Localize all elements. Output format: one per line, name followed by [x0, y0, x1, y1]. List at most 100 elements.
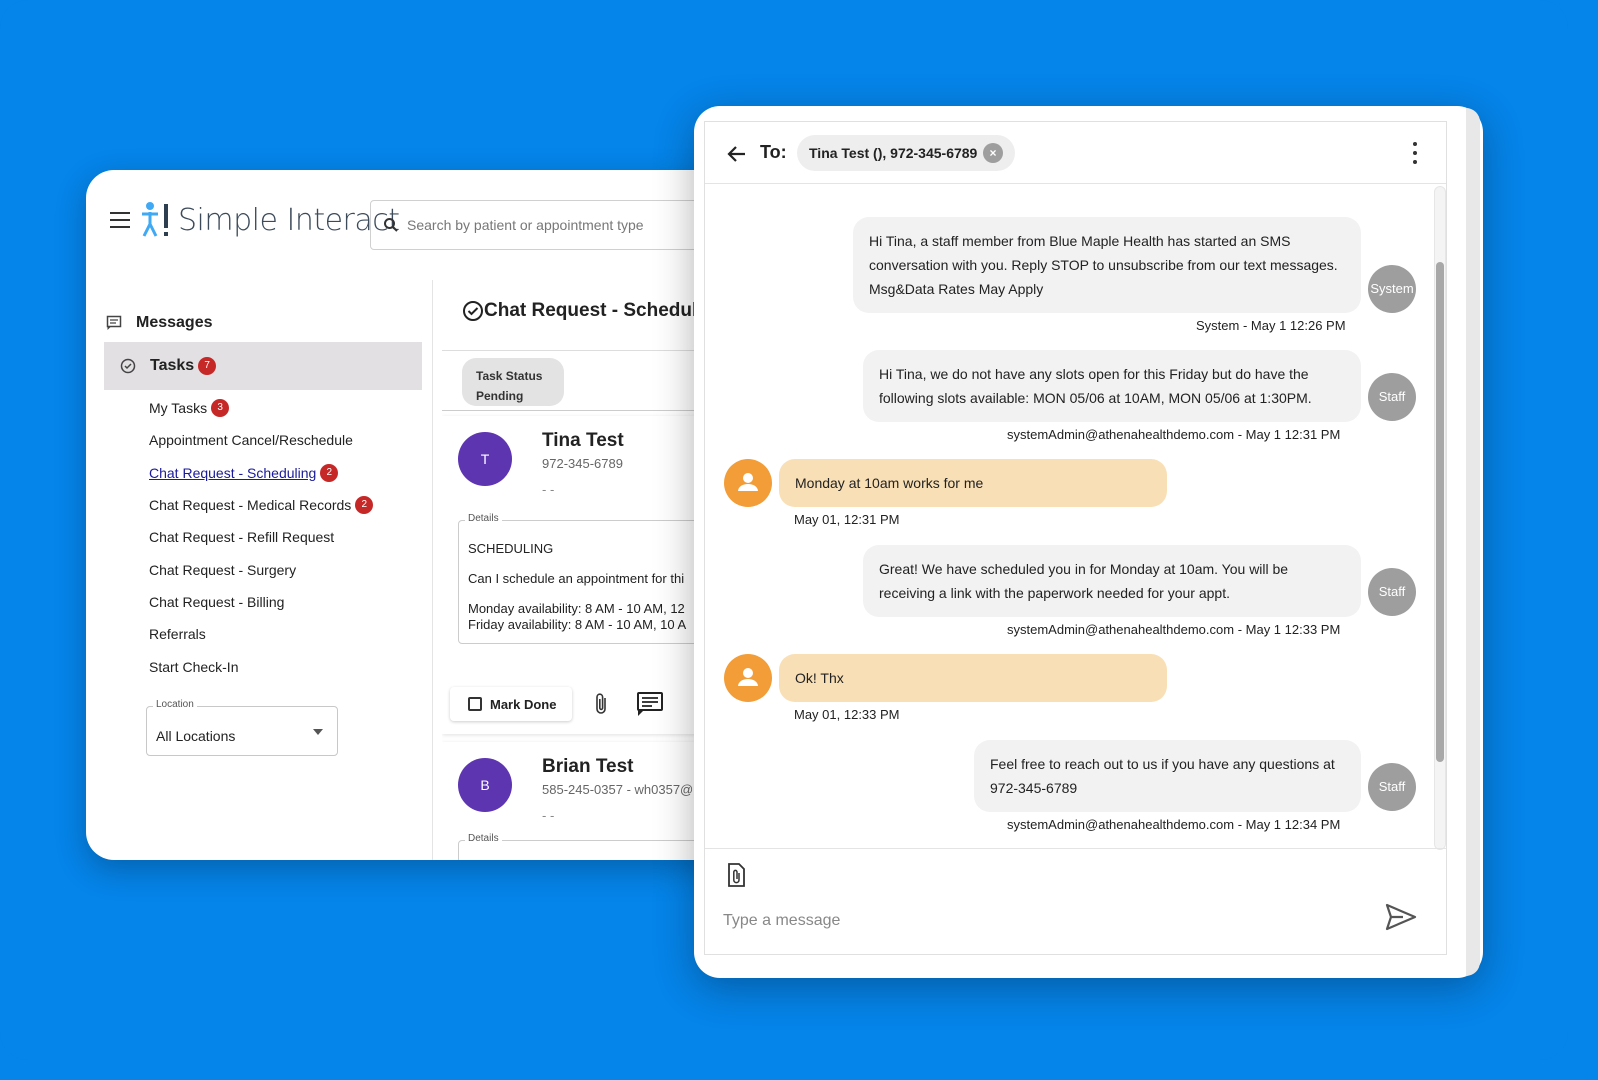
- brand-logo: Simple Interact: [140, 200, 400, 240]
- person-icon: [738, 668, 758, 686]
- close-icon[interactable]: ×: [983, 143, 1003, 163]
- user-avatar: [724, 459, 772, 507]
- window-edge: [1466, 108, 1480, 976]
- mark-done-button[interactable]: Mark Done: [450, 687, 572, 721]
- message-bubble-outgoing: Feel free to reach out to us if you have…: [974, 740, 1361, 812]
- search-input[interactable]: [407, 217, 707, 233]
- message-icon: [106, 315, 122, 330]
- check-circle-icon: [463, 301, 483, 321]
- sidebar-item-referrals[interactable]: Referrals: [149, 618, 373, 650]
- status-value: Pending: [476, 389, 524, 403]
- message-meta: May 01, 12:33 PM: [794, 707, 900, 722]
- scrollbar-thumb[interactable]: [1436, 262, 1444, 762]
- message-bubble-incoming: Monday at 10am works for me: [779, 459, 1167, 507]
- tasks-count-badge: 7: [198, 357, 217, 375]
- nav-tasks[interactable]: Tasks 7: [104, 342, 422, 390]
- sidebar-item-start-check-in[interactable]: Start Check-In: [149, 650, 373, 682]
- patient-name: Brian Test: [542, 756, 634, 777]
- message-input[interactable]: [723, 908, 1343, 934]
- sender-avatar: Staff: [1368, 373, 1416, 421]
- checkbox[interactable]: [468, 697, 482, 711]
- message-meta: systemAdmin@athenahealthdemo.com - May 1…: [1007, 427, 1341, 442]
- sidebar-item-my-tasks[interactable]: My Tasks 3: [149, 392, 373, 424]
- chat-header: To: Tina Test (), 972-345-6789 ×: [705, 122, 1446, 184]
- sidebar-item-label: Chat Request - Refill Request: [149, 529, 335, 546]
- attach-file-icon[interactable]: [725, 862, 747, 888]
- sidebar-item-label: My Tasks: [149, 400, 208, 417]
- send-icon[interactable]: [1385, 902, 1417, 932]
- sidebar: Messages Tasks 7 My Tasks 3 Appointment C…: [86, 280, 432, 860]
- card-actions: Mark Done: [450, 686, 664, 722]
- patient-phone: 585-245-0357 - wh0357@: [542, 782, 694, 797]
- patient-name: Tina Test: [542, 430, 624, 451]
- message-meta: systemAdmin@athenahealthdemo.com - May 1…: [1007, 817, 1341, 832]
- message-bubble-outgoing: Hi Tina, a staff member from Blue Maple …: [853, 217, 1361, 313]
- avatar: B: [458, 758, 512, 812]
- chat-icon[interactable]: [636, 691, 664, 717]
- logo-figure-icon: [142, 202, 168, 237]
- location-value: All Locations: [156, 728, 236, 744]
- sidebar-item-label: Chat Request - Medical Records: [149, 497, 352, 514]
- sidebar-item-label: Appointment Cancel/Reschedule: [149, 432, 353, 449]
- sender-avatar: Staff: [1368, 763, 1416, 811]
- app-header: Simple Interact: [86, 170, 786, 280]
- message-meta: System - May 1 12:26 PM: [1196, 318, 1346, 333]
- sender-avatar: System: [1368, 265, 1416, 313]
- brand-name: Simple Interact: [178, 202, 400, 238]
- menu-icon[interactable]: [110, 212, 130, 228]
- message-bubble-outgoing: Hi Tina, we do not have any slots open f…: [863, 350, 1361, 422]
- location-select[interactable]: Location All Locations: [146, 699, 338, 756]
- sidebar-item-chat-surgery[interactable]: Chat Request - Surgery: [149, 553, 373, 585]
- sidebar-item-label: Start Check-In: [149, 658, 239, 675]
- details-line: Can I schedule an appointment for thi: [468, 571, 685, 586]
- details-label: Details: [465, 513, 502, 524]
- recipient-name: Tina Test (), 972-345-6789: [809, 145, 978, 161]
- sidebar-item-label: Referrals: [149, 626, 206, 643]
- nav-messages[interactable]: Messages: [106, 300, 213, 346]
- sidebar-item-appointment-cancel[interactable]: Appointment Cancel/Reschedule: [149, 424, 373, 456]
- message-bubble-outgoing: Great! We have scheduled you in for Mond…: [863, 545, 1361, 617]
- message-bubble-incoming: Ok! Thx: [779, 654, 1167, 702]
- to-label: To:: [760, 142, 787, 162]
- sidebar-item-chat-refill[interactable]: Chat Request - Refill Request: [149, 521, 373, 553]
- search-icon: [384, 218, 398, 232]
- chevron-down-icon: [313, 729, 323, 735]
- sidebar-item-label: Chat Request - Billing: [149, 593, 285, 610]
- patient-extra: - -: [542, 808, 555, 823]
- more-options-icon[interactable]: [1412, 142, 1418, 164]
- status-label: Task Status: [476, 369, 543, 383]
- sender-avatar: Staff: [1368, 568, 1416, 616]
- sidebar-item-chat-billing[interactable]: Chat Request - Billing: [149, 586, 373, 618]
- count-badge: 2: [320, 463, 339, 482]
- details-line: SCHEDULING: [468, 541, 554, 556]
- sidebar-item-chat-medical-records[interactable]: Chat Request - Medical Records 2: [149, 489, 374, 521]
- count-badge: 2: [355, 496, 374, 515]
- mark-done-label: Mark Done: [490, 696, 557, 712]
- task-subnav: My Tasks 3 Appointment Cancel/Reschedule …: [149, 392, 374, 683]
- sidebar-item-label: Chat Request - Surgery: [149, 561, 297, 578]
- person-icon: [738, 473, 758, 491]
- check-circle-icon: [120, 358, 136, 374]
- divider: [705, 848, 1446, 849]
- user-avatar: [724, 654, 772, 702]
- patient-extra: - -: [542, 482, 555, 497]
- details-line: Friday availability: 8 AM - 10 AM, 10 A: [468, 617, 687, 632]
- task-status-chip[interactable]: Task Status Pending: [462, 358, 564, 406]
- task-manager-window: Simple Interact Messages Tasks 7 My Task…: [86, 170, 786, 860]
- sidebar-item-label: Chat Request - Scheduling: [149, 464, 317, 481]
- nav-messages-label: Messages: [136, 314, 213, 331]
- avatar: T: [458, 432, 512, 486]
- patient-phone: 972-345-6789: [542, 456, 623, 471]
- recipient-chip[interactable]: Tina Test (), 972-345-6789 ×: [797, 135, 1015, 171]
- chat-window: To: Tina Test (), 972-345-6789 × Hi Tina…: [704, 121, 1447, 955]
- details-line: Monday availability: 8 AM - 10 AM, 12: [468, 601, 685, 616]
- nav-tasks-label: Tasks: [150, 357, 195, 374]
- paperclip-icon[interactable]: [592, 691, 610, 717]
- back-arrow-icon[interactable]: [725, 142, 749, 166]
- divider: [432, 280, 433, 860]
- location-label: Location: [153, 699, 197, 710]
- count-badge: 3: [211, 399, 230, 418]
- sidebar-item-chat-scheduling[interactable]: Chat Request - Scheduling 2: [149, 457, 373, 489]
- task-panel-title: Chat Request - Scheduli: [462, 300, 703, 322]
- message-meta: systemAdmin@athenahealthdemo.com - May 1…: [1007, 622, 1341, 637]
